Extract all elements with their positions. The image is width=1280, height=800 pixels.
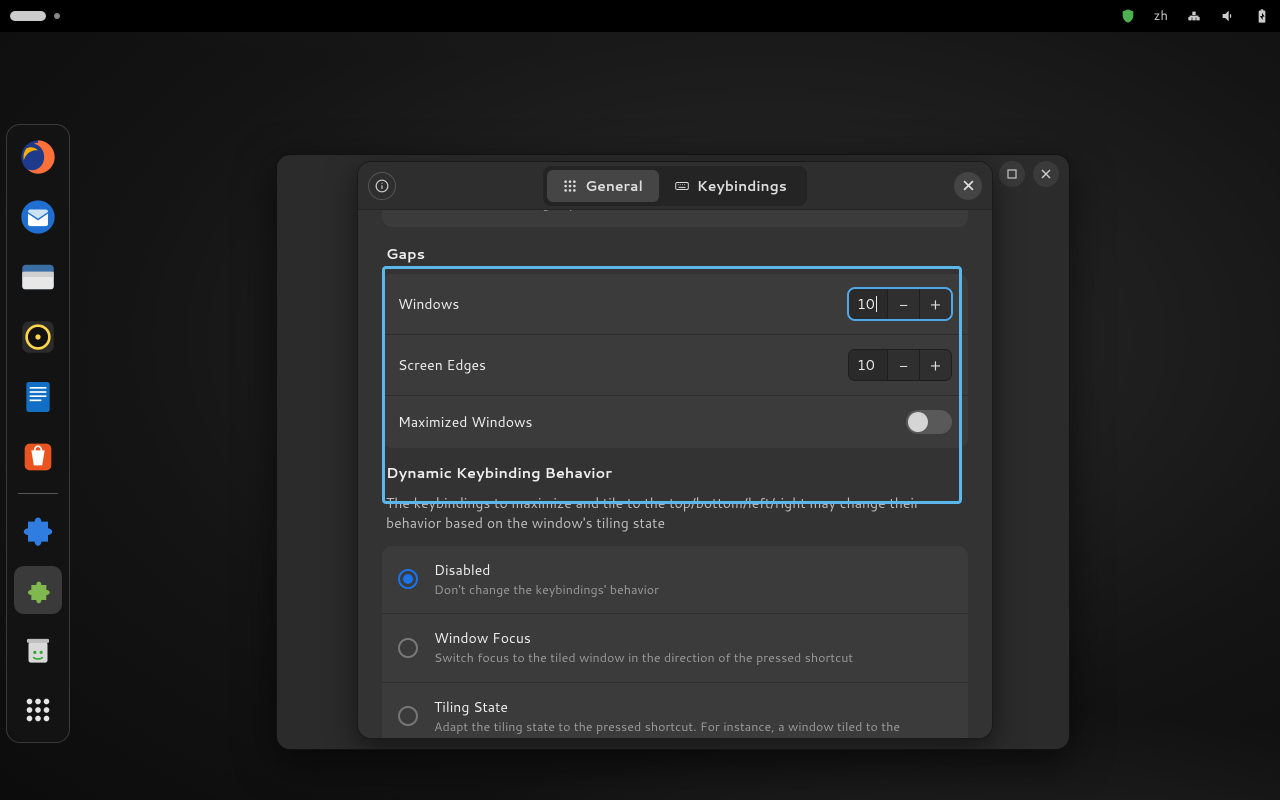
about-button[interactable] — [368, 172, 396, 200]
gaps-windows-increment[interactable]: + — [919, 289, 951, 319]
battery-charging-icon[interactable] — [1254, 8, 1270, 24]
dock — [6, 124, 70, 743]
dyn-tiling-title: Tiling State — [434, 697, 952, 717]
raise-together-desc: A tile group is created when a window ge… — [398, 210, 890, 213]
dyn-tiling-sub: Adapt the tiling state to the pressed sh… — [434, 719, 952, 737]
tab-keybindings-label: Keybindings — [697, 176, 787, 196]
gaps-screen-edges-row: Screen Edges 10 − + — [382, 334, 968, 395]
text-cursor — [876, 296, 877, 312]
activities-indicator-dot — [54, 13, 60, 19]
desktop-wallpaper: General Keybindings — [0, 32, 1280, 800]
radio-disabled[interactable] — [398, 569, 418, 589]
gaps-screen-edges-label: Screen Edges — [398, 355, 832, 375]
dock-app-firefox[interactable] — [14, 133, 62, 181]
gaps-windows-decrement[interactable]: − — [887, 289, 919, 319]
gaps-screen-edges-spin[interactable]: 10 − + — [848, 349, 952, 381]
view-switcher: General Keybindings — [543, 166, 807, 206]
gaps-windows-value[interactable]: 10 — [849, 289, 887, 319]
dock-app-puzzle-blue[interactable] — [14, 506, 62, 554]
dynamic-keybinding-header: Dynamic Keybinding Behavior — [382, 462, 968, 493]
gaps-screen-edges-value[interactable]: 10 — [849, 350, 887, 380]
dock-app-trash[interactable] — [14, 626, 62, 674]
gaps-screen-edges-increment[interactable]: + — [919, 350, 951, 380]
gaps-maximized-row: Maximized Windows — [382, 395, 968, 448]
tiling-assistant-prefs-dialog: General Keybindings — [357, 161, 993, 739]
dock-show-apps[interactable] — [14, 686, 62, 734]
input-language-indicator[interactable]: zh — [1154, 7, 1168, 25]
tab-general-label: General — [585, 176, 643, 196]
gaps-windows-label: Windows — [398, 294, 832, 314]
dyn-disabled-sub: Don't change the keybindings' behavior — [434, 582, 952, 600]
dock-app-rhythmbox[interactable] — [14, 313, 62, 361]
top-panel: zh — [0, 0, 1280, 32]
gaps-windows-row: Windows 10 − + — [382, 274, 968, 334]
dock-app-writer[interactable] — [14, 373, 62, 421]
gaps-group: Windows 10 − + Screen Edges 10 − — [382, 274, 968, 448]
gaps-header: Gaps — [386, 243, 964, 264]
activities-button[interactable] — [10, 11, 46, 21]
raise-together-row: A tile group is created when a window ge… — [382, 210, 968, 227]
radio-tiling[interactable] — [398, 706, 418, 726]
tab-general[interactable]: General — [547, 170, 659, 202]
dock-app-thunderbird[interactable] — [14, 193, 62, 241]
dock-app-software[interactable] — [14, 433, 62, 481]
dyn-option-focus[interactable]: Window Focus Switch focus to the tiled w… — [382, 613, 968, 682]
dock-separator — [18, 493, 58, 494]
window-close-button[interactable] — [1033, 161, 1059, 187]
gaps-maximized-label: Maximized Windows — [398, 412, 890, 432]
dynamic-keybinding-group: Disabled Don't change the keybindings' b… — [382, 546, 968, 738]
dock-app-files[interactable] — [14, 253, 62, 301]
radio-focus[interactable] — [398, 638, 418, 658]
gaps-maximized-toggle[interactable] — [906, 410, 952, 434]
extension-prefs-window: General Keybindings — [276, 154, 1070, 750]
network-icon[interactable] — [1186, 8, 1202, 24]
gaps-windows-spin[interactable]: 10 − + — [848, 288, 952, 320]
dyn-disabled-title: Disabled — [434, 560, 952, 580]
tab-keybindings[interactable]: Keybindings — [659, 170, 803, 202]
gaps-screen-edges-decrement[interactable]: − — [887, 350, 919, 380]
window-maximize-button[interactable] — [999, 161, 1025, 187]
dyn-focus-title: Window Focus — [434, 628, 952, 648]
shield-icon[interactable] — [1120, 8, 1136, 24]
dyn-option-disabled[interactable]: Disabled Don't change the keybindings' b… — [382, 546, 968, 614]
dyn-option-tiling[interactable]: Tiling State Adapt the tiling state to t… — [382, 682, 968, 738]
volume-icon[interactable] — [1220, 8, 1236, 24]
dynamic-keybinding-desc: The keybindings to maximize and tile to … — [382, 493, 968, 546]
dock-app-extensions[interactable] — [14, 566, 62, 614]
dialog-close-button[interactable] — [954, 172, 982, 200]
dyn-focus-sub: Switch focus to the tiled window in the … — [434, 650, 952, 668]
